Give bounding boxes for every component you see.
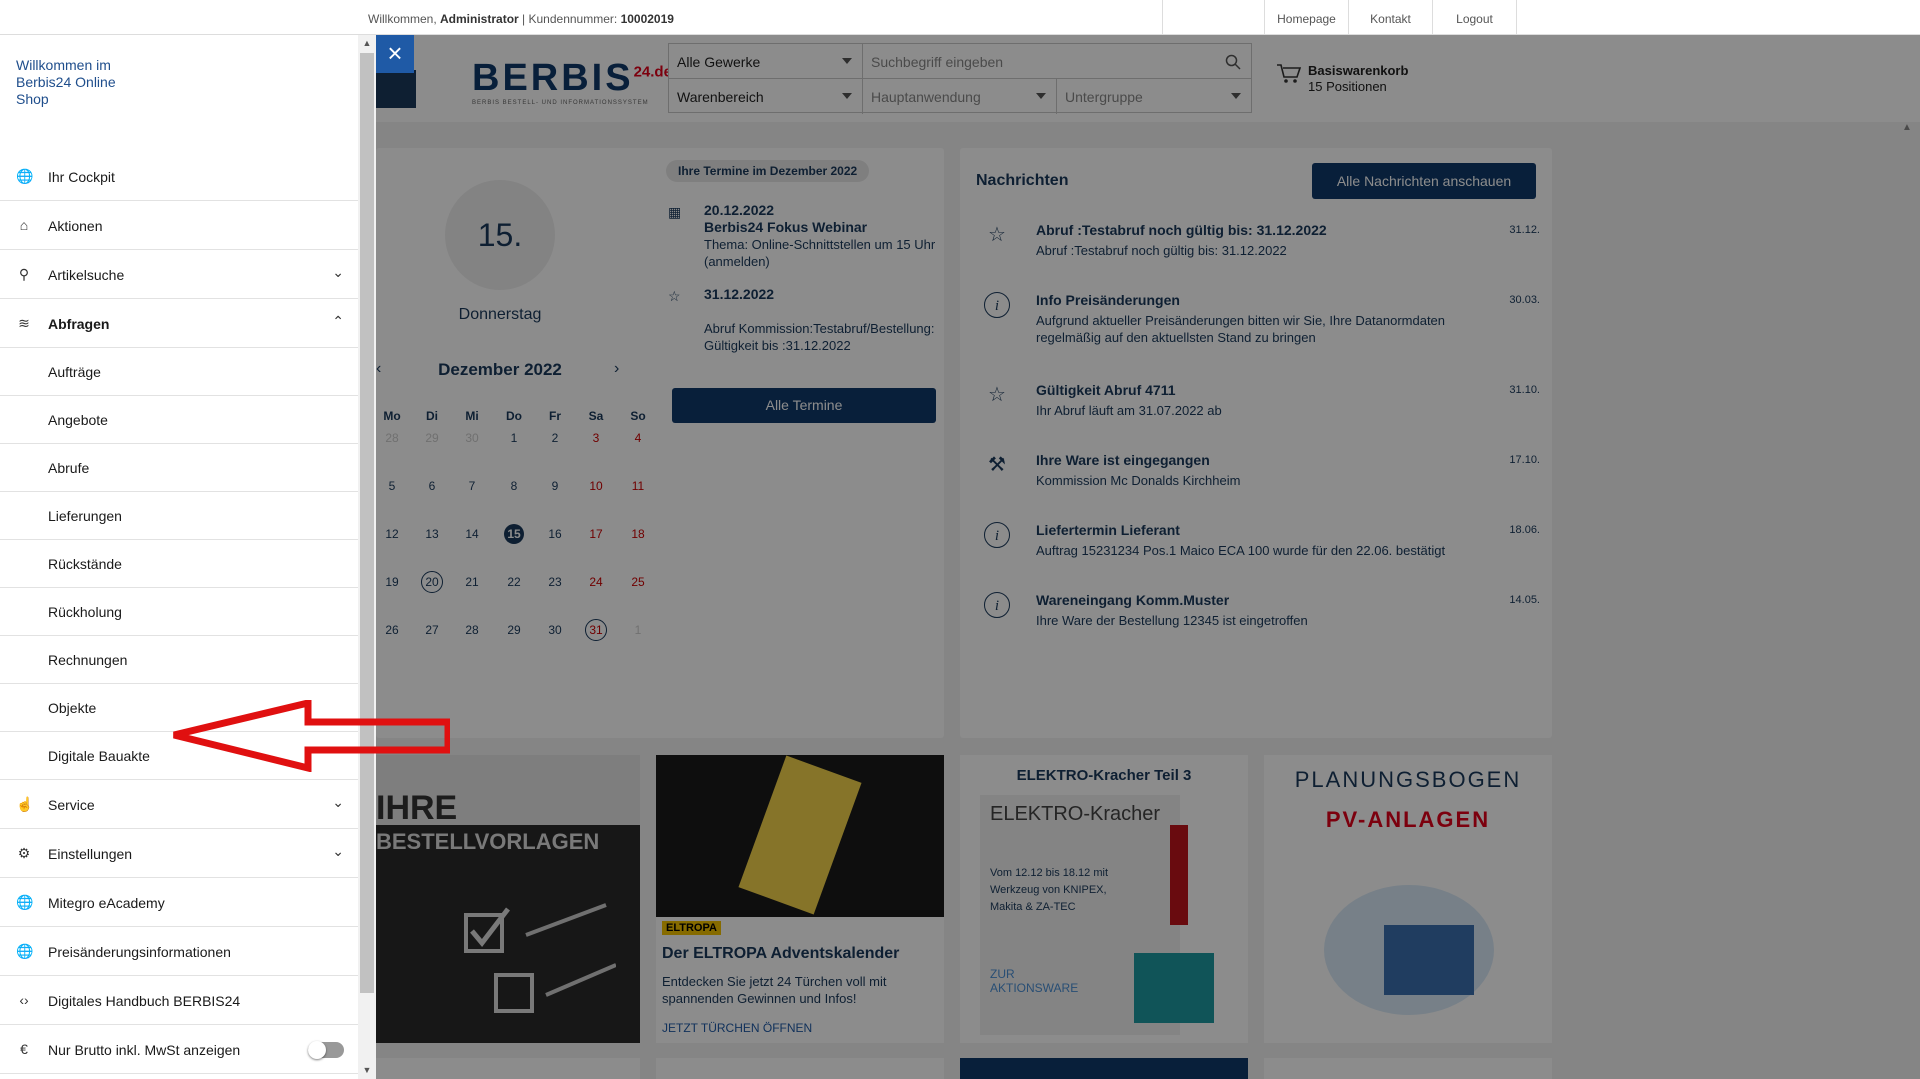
sidebar-subitem[interactable]: Lieferungen	[0, 492, 358, 540]
sidebar-item-label: Digitales Handbuch BERBIS24	[48, 993, 241, 1009]
thumbs-up-icon: ☝	[16, 796, 34, 812]
sidebar-subitem-label: Rückstände	[48, 556, 122, 572]
sidebar-subitem[interactable]: Abrufe	[0, 444, 358, 492]
sidebar-item-mitegro-eacademy[interactable]: 🌐 Mitegro eAcademy	[0, 878, 358, 927]
scrollbar-thumb[interactable]	[360, 53, 374, 993]
sidebar-scrollbar[interactable]: ▲ ▼	[358, 35, 376, 1079]
layers-icon: ≋	[18, 315, 30, 331]
sidebar-subitem[interactable]: Rechnungen	[0, 636, 358, 684]
sidebar-item-label: Service	[48, 797, 95, 813]
chevron-down-icon[interactable]: ⌄	[332, 264, 344, 281]
sidebar-subitem-label: Rechnungen	[48, 652, 128, 668]
scroll-down-icon[interactable]: ▼	[358, 1065, 376, 1075]
code-icon: ‹›	[19, 992, 29, 1008]
scroll-up-icon[interactable]: ▲	[358, 38, 376, 48]
sidebar-item-preisänderungsinformationen[interactable]: 🌐 Preisänderungsinformationen	[0, 927, 358, 976]
sidebar-subitem-label: Lieferungen	[48, 508, 122, 524]
tag-icon: ⌂	[19, 217, 29, 233]
sidebar-item-einstellungen[interactable]: ⚙ Einstellungen ⌄	[0, 829, 358, 878]
sidebar-subitem-label: Digitale Bauakte	[48, 748, 150, 764]
sidebar-subitem[interactable]: Angebote	[0, 396, 358, 444]
sidebar-subitem-label: Abrufe	[48, 460, 90, 476]
sidebar-subitem-label: Aufträge	[48, 364, 101, 380]
chevron-down-icon[interactable]: ⌄	[332, 843, 344, 860]
sidebar-subitem[interactable]: Aufträge	[0, 348, 358, 396]
top-bar: Willkommen, Administrator | Kundennummer…	[0, 0, 1920, 35]
sidebar-subitem-label: Objekte	[48, 700, 97, 716]
homepage-link[interactable]: Homepage	[1265, 0, 1349, 35]
sidebar-item-artikelsuche[interactable]: ⚲ Artikelsuche ⌄	[0, 250, 358, 299]
sidebar-item-label: Artikelsuche	[48, 267, 125, 283]
sidebar-item-digitales-handbuch-berbis24[interactable]: ‹› Digitales Handbuch BERBIS24	[0, 976, 358, 1025]
sidebar-subitem-label: Angebote	[48, 412, 108, 428]
sidebar-intro: Willkommen im Berbis24 Online Shop	[16, 57, 116, 107]
sidebar-item-abfragen[interactable]: ≋ Abfragen ⌃	[0, 299, 358, 348]
globe-icon: 🌐	[16, 168, 34, 184]
sidebar-item-aktionen[interactable]: ⌂ Aktionen	[0, 201, 358, 250]
welcome-text: Willkommen, Administrator | Kundennummer…	[368, 12, 674, 26]
sidebar-item-label: Mitegro eAcademy	[48, 895, 165, 911]
logout-link[interactable]: Logout	[1433, 0, 1517, 35]
menu-list: 🌐 Ihr Cockpit ⌂ Aktionen ⚲ Artikelsuche ⌄ ≋ Abfr…	[0, 152, 358, 1079]
search-icon: ⚲	[18, 266, 30, 282]
sidebar-item-label: Aktionen	[48, 218, 103, 234]
globe-icon: 🌐	[16, 943, 34, 959]
sidebar-menu: Willkommen im Berbis24 Online Shop 🌐 Ihr …	[0, 35, 376, 1079]
top-links: Homepage Kontakt Logout	[1162, 0, 1517, 35]
close-menu-button[interactable]: ×	[376, 35, 414, 73]
sidebar-item-label: Abfragen	[48, 316, 110, 332]
sidebar-subitem-label: Rückholung	[48, 604, 122, 620]
sidebar-item-label: Einstellungen	[48, 846, 133, 862]
sidebar-item-hinweise-einblenden[interactable]: ?Hinweise einblenden	[0, 1074, 358, 1079]
sidebar-subitem[interactable]: Rückholung	[0, 588, 358, 636]
chevron-up-icon[interactable]: ⌃	[332, 313, 344, 330]
gear-icon: ⚙	[17, 845, 31, 861]
contact-link[interactable]: Kontakt	[1349, 0, 1433, 35]
sidebar-item-label: Nur Brutto inkl. MwSt anzeigen	[48, 1042, 241, 1058]
sidebar-item-nur-brutto-inkl-mwst-anzeigen[interactable]: € Nur Brutto inkl. MwSt anzeigen	[0, 1025, 358, 1074]
modal-overlay[interactable]	[376, 35, 1920, 1079]
sidebar-item-ihr-cockpit[interactable]: 🌐 Ihr Cockpit	[0, 152, 358, 201]
sidebar-item-label: Preisänderungsinformationen	[48, 944, 231, 960]
chevron-down-icon[interactable]: ⌄	[332, 794, 344, 811]
euro-icon: €	[20, 1041, 28, 1057]
toggle-switch[interactable]	[308, 1041, 344, 1059]
annotation-arrow	[173, 700, 450, 772]
globe-icon: 🌐	[16, 894, 34, 910]
sidebar-item-service[interactable]: ☝ Service ⌄	[0, 780, 358, 829]
sidebar-subitem[interactable]: Rückstände	[0, 540, 358, 588]
sidebar-item-label: Ihr Cockpit	[48, 169, 115, 185]
